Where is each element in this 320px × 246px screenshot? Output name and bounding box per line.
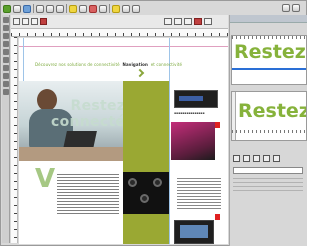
toolbar-divider [109,4,110,13]
page-tab[interactable] [22,18,29,25]
rotate-tool-icon[interactable] [2,65,9,71]
hero-title[interactable]: Restez connecté [51,98,125,130]
car-console-image[interactable] [123,172,169,214]
text-preview-bottom[interactable]: Restez [231,91,307,141]
justify-icon[interactable] [263,155,270,162]
page-tab[interactable] [31,18,38,25]
olive-color-band[interactable] [123,81,169,244]
product-photo-pink[interactable] [171,122,215,160]
hero-photo[interactable]: Restez connecté [19,81,125,161]
save-icon[interactable] [23,4,31,13]
properties-panel: Restez Restez [229,15,307,246]
style-field[interactable] [233,167,303,174]
align-right-icon[interactable] [253,155,260,162]
align-center-icon[interactable] [243,155,250,162]
header-line[interactable]: Découvrez nos solutions de connectivité … [35,62,182,67]
tool-palette [2,15,10,243]
toolbar-divider [33,4,34,13]
knob-figure [153,178,162,187]
gps-device-image[interactable] [174,220,214,244]
margin-guide [19,46,228,47]
view-spread-icon[interactable] [174,18,182,25]
document-header [11,15,228,37]
preview-ruler [232,36,306,39]
text-tool-icon[interactable] [2,25,9,31]
open-icon[interactable] [13,4,21,13]
zoom-icon[interactable] [69,4,77,13]
maximize-icon[interactable] [292,4,300,12]
preview-word: Restez [234,41,306,63]
vertical-ruler[interactable] [11,37,18,243]
view-grid-icon[interactable] [184,18,192,25]
overflow-marker-icon[interactable] [215,122,220,128]
caption-text: ▪▪▪▪▪▪▪▪▪▪▪▪▪▪▪ [174,111,205,115]
frame-tool-icon[interactable] [2,33,9,39]
knob-figure [140,194,149,203]
application-window: Découvrez nos solutions de connectivité … [0,0,307,246]
view-zoom-icon[interactable] [204,18,212,25]
view-preview-icon[interactable] [194,18,202,25]
settings-icon[interactable] [132,4,140,13]
print-icon[interactable] [36,4,44,13]
preview-word: Restez [238,100,307,122]
hand-tool-icon[interactable] [2,81,9,87]
baseline-guide [232,68,306,70]
text-preview-top[interactable]: Restez [231,35,307,85]
document-canvas[interactable]: Découvrez nos solutions de connectivité … [19,38,228,244]
select-tool-icon[interactable] [2,17,9,23]
shape-tool-icon[interactable] [2,49,9,55]
arrow-icon [135,68,145,78]
view-buttons [164,18,212,25]
main-toolbar [3,3,233,14]
desk-figure [19,147,123,161]
preview-ruler [232,130,306,133]
image-tool-icon[interactable] [89,4,97,13]
body-text-block[interactable] [177,178,221,210]
drop-cap[interactable]: V [35,166,55,192]
view-single-icon[interactable] [164,18,172,25]
text-tool-icon[interactable] [79,4,87,13]
eyedropper-tool-icon[interactable] [2,89,9,95]
page-tab[interactable] [13,18,20,25]
new-doc-icon[interactable] [3,4,11,13]
horizontal-ruler[interactable] [11,28,228,36]
line-tool-icon[interactable] [2,41,9,47]
overflow-marker-icon[interactable] [215,214,220,220]
undo-icon[interactable] [46,4,54,13]
layers-icon[interactable] [112,4,120,13]
grid-icon[interactable] [122,4,130,13]
car-radio-image[interactable] [174,90,218,108]
body-text-block[interactable] [57,174,119,214]
knob-figure [128,178,137,187]
panel-options [233,178,303,194]
column-guide [169,38,170,244]
align-left-icon[interactable] [233,155,240,162]
minimize-icon[interactable] [282,4,291,12]
zoom-tool-icon[interactable] [2,73,9,79]
redo-icon[interactable] [56,4,64,13]
page-tab-active[interactable] [40,18,47,25]
toolbar-divider [66,4,67,13]
panel-tabs[interactable] [230,15,307,23]
page-tabs [13,18,47,25]
pen-tool-icon[interactable] [2,57,9,63]
window-controls [282,4,300,14]
link-icon[interactable] [273,155,280,162]
align-icon[interactable] [99,4,107,13]
panel-icon-row [233,155,280,162]
